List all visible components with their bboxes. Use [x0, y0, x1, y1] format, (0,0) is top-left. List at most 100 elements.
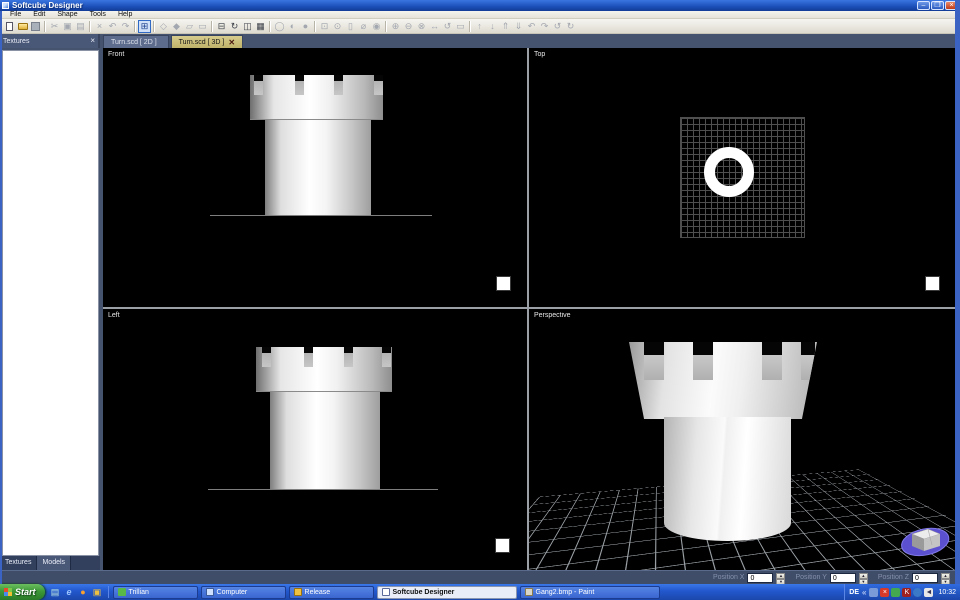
- menu-help[interactable]: Help: [112, 11, 138, 19]
- panel-tab-textures[interactable]: Textures: [0, 556, 37, 570]
- view-user-icon[interactable]: ◉: [370, 20, 383, 33]
- new-file-icon[interactable]: [3, 20, 16, 33]
- smooth-shade-icon[interactable]: ●: [299, 20, 312, 33]
- rotate-up-icon[interactable]: ⇑: [499, 20, 512, 33]
- wireframe-icon[interactable]: ◯: [273, 20, 286, 33]
- view-perspective-icon[interactable]: ⌀: [357, 20, 370, 33]
- step-up-icon[interactable]: ↑: [473, 20, 486, 33]
- messenger-tray-icon[interactable]: [869, 588, 878, 597]
- position-spinner[interactable]: ▲▼: [859, 573, 868, 583]
- view-front-icon[interactable]: ⊡: [318, 20, 331, 33]
- viewport-layout-icon[interactable]: ⊞: [138, 20, 151, 33]
- viewport-top-label: Top: [534, 51, 545, 58]
- cut-icon[interactable]: ✂: [48, 20, 61, 33]
- orbit-icon[interactable]: ↺: [441, 20, 454, 33]
- lathe-icon[interactable]: ↻: [228, 20, 241, 33]
- window-border-right: [955, 0, 960, 584]
- document-tabs: Turn.scd [ 2D ] Turn.scd [ 3D ] ✕: [100, 34, 243, 48]
- viewport-perspective[interactable]: Perspective: [529, 309, 955, 570]
- turn-left-icon[interactable]: ↶: [525, 20, 538, 33]
- viewport-grid: Front Top Left: [103, 48, 955, 570]
- save-icon[interactable]: [29, 20, 42, 33]
- spin-right-icon[interactable]: ↻: [564, 20, 577, 33]
- select-region-icon[interactable]: ▭: [454, 20, 467, 33]
- tab-close-icon[interactable]: ✕: [228, 38, 235, 47]
- tray-chevron-icon[interactable]: «: [862, 588, 866, 597]
- task-button-icon: [206, 588, 214, 596]
- position-value[interactable]: 0: [912, 573, 938, 583]
- taskbar-computer[interactable]: Computer: [201, 586, 286, 599]
- status-bar: Position X 0 ▲▼ Position Y 0 ▲▼ Position…: [0, 570, 960, 584]
- redo-icon[interactable]: ↷: [119, 20, 132, 33]
- taskbar-softcube-designer[interactable]: Softcube Designer: [377, 586, 517, 599]
- globe-tray-icon[interactable]: [913, 588, 922, 597]
- viewport-top[interactable]: Top: [529, 48, 955, 307]
- view-left-icon[interactable]: ▯: [344, 20, 357, 33]
- tab-turn-2d[interactable]: Turn.scd [ 2D ]: [103, 35, 169, 48]
- language-indicator[interactable]: DE: [849, 589, 859, 596]
- view-top-icon[interactable]: ⊙: [331, 20, 344, 33]
- navigation-gizmo[interactable]: [899, 521, 951, 566]
- delete-icon[interactable]: ×: [93, 20, 106, 33]
- toolbar: ✂▣▤×↶↷⊞◇◆▱▭⊟↻◫▦◯◐●⊡⊙▯⌀◉⊕⊖⊗↔↺▭↑↓⇑⇓↶↷↺↻: [0, 19, 960, 34]
- position-spinner[interactable]: ▲▼: [941, 573, 950, 583]
- scanner-tray-icon[interactable]: K: [902, 588, 911, 597]
- rotate-down-icon[interactable]: ⇓: [512, 20, 525, 33]
- position-value[interactable]: 0: [830, 573, 856, 583]
- title-bar[interactable]: Softcube Designer – ❐ ×: [0, 0, 960, 11]
- step-down-icon[interactable]: ↓: [486, 20, 499, 33]
- minimize-button-icon[interactable]: –: [917, 1, 930, 10]
- viewport-front[interactable]: Front: [103, 48, 527, 307]
- flat-shade-icon[interactable]: ◐: [286, 20, 299, 33]
- network-agent-tray-icon[interactable]: [891, 588, 900, 597]
- open-folder-icon[interactable]: [16, 20, 29, 33]
- left-panel-tabs: TexturesModels: [0, 556, 100, 570]
- zoom-fit-icon[interactable]: ⊗: [415, 20, 428, 33]
- firefox-icon[interactable]: ●: [78, 587, 89, 598]
- taskbar-trillian[interactable]: Trillian: [113, 586, 198, 599]
- media-player-icon[interactable]: ▣: [92, 587, 103, 598]
- antivirus-tray-icon[interactable]: ×: [880, 588, 889, 597]
- viewport-handle-front[interactable]: [496, 276, 511, 291]
- viewport-left[interactable]: Left: [103, 309, 527, 570]
- menu-file[interactable]: File: [4, 11, 27, 19]
- mirror-icon[interactable]: ◫: [241, 20, 254, 33]
- turn-right-icon[interactable]: ↷: [538, 20, 551, 33]
- internet-explorer-icon[interactable]: e: [64, 587, 75, 598]
- tray-clock[interactable]: 10:32: [936, 589, 956, 596]
- taskbar-release[interactable]: Release: [289, 586, 374, 599]
- menu-shape[interactable]: Shape: [51, 11, 83, 19]
- viewport-handle-top[interactable]: [925, 276, 940, 291]
- taskbar-paint[interactable]: Gang2.bmp - Paint: [520, 586, 660, 599]
- textures-panel-body[interactable]: [2, 50, 99, 556]
- start-button[interactable]: Start: [0, 584, 45, 600]
- paste-icon[interactable]: ▤: [74, 20, 87, 33]
- volume-tray-icon[interactable]: ◄: [924, 588, 933, 597]
- restore-button-icon[interactable]: ❐: [931, 1, 944, 10]
- array-icon[interactable]: ▦: [254, 20, 267, 33]
- show-desktop-icon[interactable]: ▤: [50, 587, 61, 598]
- zoom-in-icon[interactable]: ⊕: [389, 20, 402, 33]
- spin-left-icon[interactable]: ↺: [551, 20, 564, 33]
- pan-icon[interactable]: ↔: [428, 20, 441, 33]
- edit-contour-icon[interactable]: ▱: [183, 20, 196, 33]
- window-border-left: [0, 11, 2, 584]
- menu-edit[interactable]: Edit: [27, 11, 51, 19]
- position-x: Position X 0 ▲▼: [713, 573, 786, 583]
- position-value[interactable]: 0: [747, 573, 773, 583]
- close-contour-icon[interactable]: ▭: [196, 20, 209, 33]
- copy-icon[interactable]: ▣: [61, 20, 74, 33]
- position-y: Position Y 0 ▲▼: [795, 573, 867, 583]
- menu-tools[interactable]: Tools: [84, 11, 112, 19]
- insert-point-icon[interactable]: ◇: [157, 20, 170, 33]
- tab-turn-3d[interactable]: Turn.scd [ 3D ] ✕: [171, 35, 243, 48]
- panel-tab-models[interactable]: Models: [37, 556, 71, 570]
- softcube-designer-window: Softcube Designer – ❐ × FileEditShapeToo…: [0, 0, 960, 600]
- undo-icon[interactable]: ↶: [106, 20, 119, 33]
- textures-panel-close-icon[interactable]: ×: [90, 34, 95, 48]
- delete-point-icon[interactable]: ◆: [170, 20, 183, 33]
- position-spinner[interactable]: ▲▼: [776, 573, 785, 583]
- zoom-out-icon[interactable]: ⊖: [402, 20, 415, 33]
- extrude-icon[interactable]: ⊟: [215, 20, 228, 33]
- viewport-handle-left[interactable]: [495, 538, 510, 553]
